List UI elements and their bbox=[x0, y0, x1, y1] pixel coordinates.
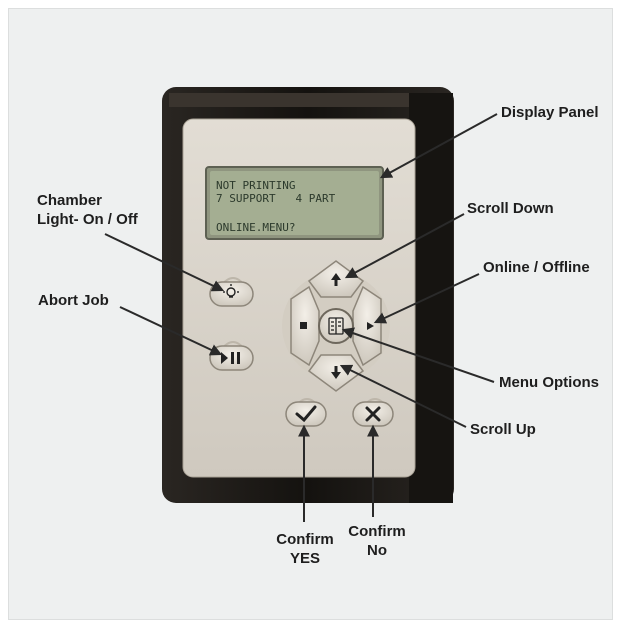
confirm-no-button[interactable] bbox=[352, 398, 394, 427]
lcd-line-1: NOT PRINTING bbox=[216, 179, 295, 192]
display-panel-label: Display Panel bbox=[501, 104, 599, 121]
confirm-yes-button[interactable] bbox=[285, 398, 327, 427]
confirm-no-label-line2: No bbox=[367, 542, 387, 559]
menu-options-label: Menu Options bbox=[499, 374, 599, 391]
scroll-up-label: Scroll Up bbox=[470, 421, 536, 438]
confirm-no-label: Confirm No bbox=[345, 522, 409, 560]
lcd-line-3: ONLINE.MENU? bbox=[216, 221, 295, 234]
lcd-display: NOT PRINTING 7 SUPPORT 4 PART ONLINE.MEN… bbox=[205, 166, 384, 240]
confirm-yes-label-line1: Confirm bbox=[276, 531, 334, 548]
confirm-yes-label-line2: YES bbox=[289, 550, 320, 567]
confirm-yes-label: Confirm YES bbox=[273, 530, 337, 568]
chamber-light-label-line1: Chamber bbox=[37, 192, 103, 209]
stop-square-icon bbox=[300, 322, 307, 329]
online-offline-label: Online / Offline bbox=[483, 259, 590, 276]
lcd-line-2: 7 SUPPORT 4 PART bbox=[216, 192, 336, 205]
scroll-down-label: Scroll Down bbox=[467, 200, 554, 217]
menu-options-button[interactable] bbox=[318, 308, 354, 344]
chamber-light-label-line2: Light- On / Off bbox=[37, 211, 138, 228]
confirm-no-label-line1: Confirm bbox=[348, 523, 406, 540]
abort-job-label: Abort Job bbox=[38, 292, 109, 309]
chamber-light-label: Chamber Light- On / Off bbox=[37, 191, 138, 229]
diagram-canvas: NOT PRINTING 7 SUPPORT 4 PART ONLINE.MEN… bbox=[8, 8, 613, 620]
